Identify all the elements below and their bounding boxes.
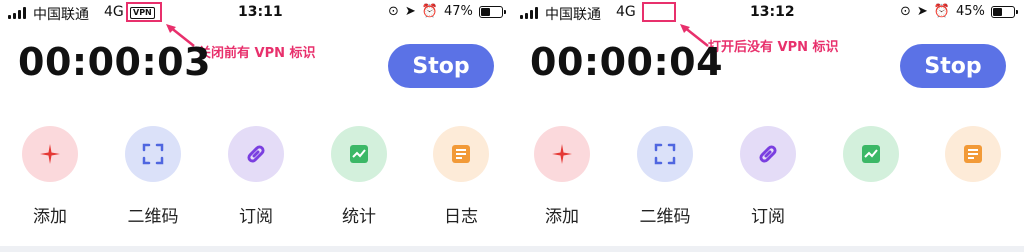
action-add[interactable]: 添加 [522,126,602,227]
link-icon [759,145,777,163]
stop-button[interactable]: Stop [388,44,494,88]
status-bar: 中国联通 4G 13:12 ⊙ ➤ ⏰ 45% [512,2,1024,24]
signal-icon [8,7,30,19]
carrier-name: 中国联通 [545,7,601,23]
elapsed-timer: 00:00:03 [18,40,212,84]
log-circle[interactable] [945,126,1001,182]
log-icon [452,145,470,163]
action-label: 订阅 [239,207,273,227]
action-add[interactable]: 添加 [10,126,90,227]
qrcode-circle[interactable] [125,126,181,182]
link-icon [247,145,265,163]
action-log[interactable] [933,126,1013,202]
battery-icon [990,5,1018,18]
status-bar: 中国联通 4G VPN 13:11 ⊙ ➤ ⏰ 47% [0,2,512,24]
battery-percent: 47% [444,4,473,19]
action-label: 二维码 [639,207,691,227]
qrcode-circle[interactable] [637,126,693,182]
stats-circle[interactable] [331,126,387,182]
action-label: 订阅 [751,207,785,227]
subscribe-circle[interactable] [228,126,284,182]
elapsed-timer: 00:00:04 [530,40,724,84]
clock: 13:12 [750,4,795,20]
alarm-icon: ⏰ [933,4,950,19]
action-subscribe[interactable]: 订阅 [216,126,296,227]
chart-icon [862,145,880,163]
battery-fill [480,7,490,16]
log-icon [964,145,982,163]
alarm-icon: ⏰ [421,4,438,19]
battery-icon [478,5,506,18]
qr-scan-icon [142,143,164,165]
action-log[interactable]: 日志 [421,126,501,227]
stop-button[interactable]: Stop [900,44,1006,88]
battery-percent: 45% [956,4,985,19]
clock: 13:11 [238,4,283,20]
plus-icon [552,144,572,164]
annotation-text: 关闭前有 VPN 标识 [198,46,316,61]
add-circle[interactable] [534,126,590,182]
action-stats[interactable]: 统计 [319,126,399,227]
rotation-lock-icon: ⊙ [900,4,911,19]
qr-scan-icon [654,143,676,165]
signal-icon [520,7,542,19]
action-subscribe[interactable]: 订阅 [728,126,808,227]
action-qrcode[interactable]: 二维码 [113,126,193,227]
screenshot-before: 中国联通 4G VPN 13:11 ⊙ ➤ ⏰ 47% 关闭前有 VPN 标识 … [0,0,512,252]
action-label: 添加 [33,207,67,227]
screenshot-after: 中国联通 4G 13:12 ⊙ ➤ ⏰ 45% 打开后没有 VPN 标识 00:… [512,0,1024,252]
action-label: 添加 [545,207,579,227]
bottom-divider [0,246,1024,252]
subscribe-circle[interactable] [740,126,796,182]
action-stats[interactable] [831,126,911,202]
location-icon: ➤ [916,4,928,19]
network-type: 4G [616,4,636,20]
battery-fill [992,7,1002,16]
vpn-highlight-box [642,2,676,22]
action-qrcode[interactable]: 二维码 [625,126,705,227]
vpn-highlight-box [126,2,162,22]
action-label: 二维码 [127,207,179,227]
location-icon: ➤ [404,4,416,19]
network-type: 4G [104,4,124,20]
plus-icon [40,144,60,164]
chart-icon [350,145,368,163]
rotation-lock-icon: ⊙ [388,4,399,19]
stats-circle[interactable] [843,126,899,182]
add-circle[interactable] [22,126,78,182]
action-label: 日志 [444,207,478,227]
carrier-name: 中国联通 [33,7,89,23]
annotation-text: 打开后没有 VPN 标识 [708,40,839,55]
action-label: 统计 [342,207,376,227]
log-circle[interactable] [433,126,489,182]
